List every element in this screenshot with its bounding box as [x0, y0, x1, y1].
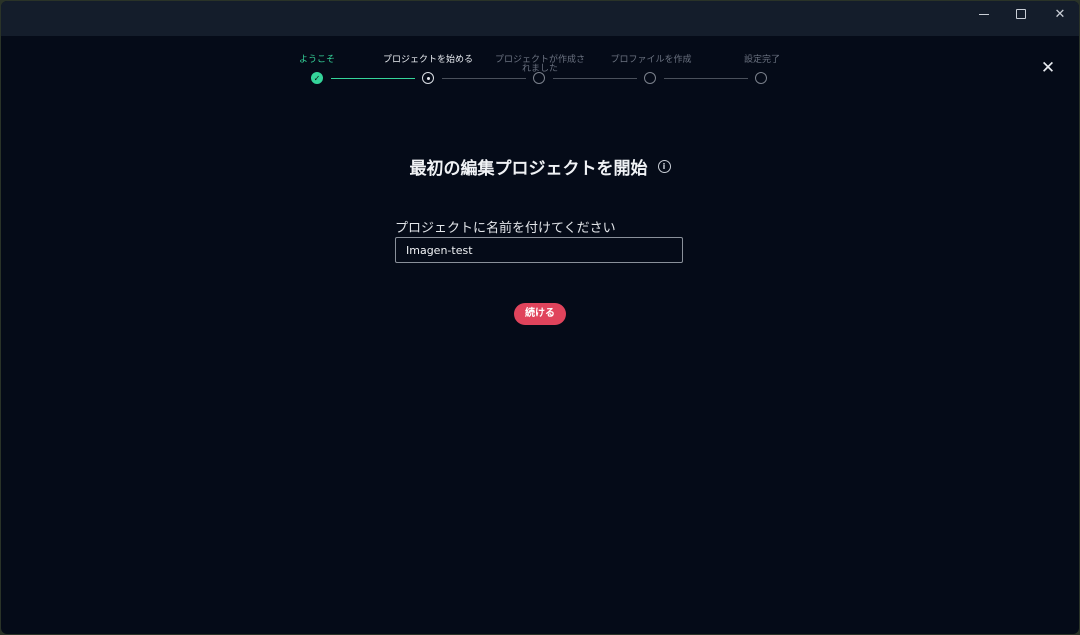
- step-indicator-setup-complete: [755, 72, 767, 84]
- page-title: 最初の編集プロジェクトを開始: [409, 159, 648, 179]
- step-connector: [442, 78, 526, 79]
- step-label-start-project: プロジェクトを始める: [383, 55, 474, 65]
- step-indicator-start-project: [422, 72, 434, 84]
- step-connector: [664, 78, 748, 79]
- step-connector: [331, 78, 415, 79]
- step-label-welcome: ようこそ: [298, 55, 335, 65]
- step-connector: [553, 78, 637, 79]
- step-indicator-project-created: [533, 72, 545, 84]
- continue-button[interactable]: 続ける: [514, 303, 566, 325]
- page-heading: 最初の編集プロジェクトを開始 i: [1, 154, 1079, 179]
- progress-stepper: ようこそ プロジェクトを始める プロジェクトが作成されました プロファイルを作成…: [1, 1, 1079, 101]
- step-label-setup-complete: 設定完了: [743, 55, 780, 65]
- app-window: ✕ ✕ ようこそ プロジェクトを始める プロジェクトが作成されました プロファイ…: [1, 1, 1079, 634]
- step-indicator-welcome: ✓: [311, 72, 323, 84]
- info-icon[interactable]: i: [657, 160, 671, 173]
- step-indicator-create-profile: [644, 72, 656, 84]
- step-label-create-profile: プロファイルを作成: [610, 55, 692, 65]
- project-name-input[interactable]: [395, 237, 683, 263]
- project-name-label: プロジェクトに名前を付けてください: [395, 221, 616, 236]
- check-icon: ✓: [313, 74, 321, 83]
